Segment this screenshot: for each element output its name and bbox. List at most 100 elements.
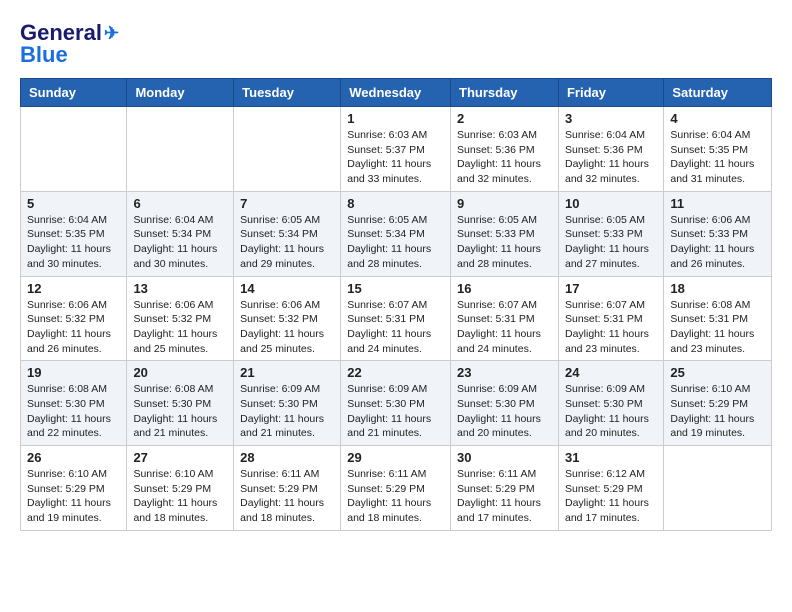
day-number: 18 xyxy=(670,281,765,296)
day-info: Sunrise: 6:09 AM Sunset: 5:30 PM Dayligh… xyxy=(565,382,657,441)
day-number: 17 xyxy=(565,281,657,296)
day-number: 8 xyxy=(347,196,444,211)
calendar-cell xyxy=(127,107,234,192)
calendar-cell: 1 Sunrise: 6:03 AM Sunset: 5:37 PM Daylig… xyxy=(341,107,451,192)
calendar-cell: 24 Sunrise: 6:09 AM Sunset: 5:30 PM Dayli… xyxy=(558,361,663,446)
day-number: 26 xyxy=(27,450,120,465)
calendar-week-row: 19Sunrise: 6:08 AM Sunset: 5:30 PM Dayli… xyxy=(21,361,772,446)
day-info: Sunrise: 6:12 AM Sunset: 5:29 PM Dayligh… xyxy=(565,467,657,526)
calendar-cell: 6 Sunrise: 6:04 AM Sunset: 5:34 PM Daylig… xyxy=(127,191,234,276)
calendar-header-wednesday: Wednesday xyxy=(341,79,451,107)
logo-bird-icon: ✈ xyxy=(104,23,119,44)
day-number: 23 xyxy=(457,365,552,380)
calendar-cell: 7 Sunrise: 6:05 AM Sunset: 5:34 PM Daylig… xyxy=(234,191,341,276)
calendar-header-tuesday: Tuesday xyxy=(234,79,341,107)
calendar-cell: 30 Sunrise: 6:11 AM Sunset: 5:29 PM Dayli… xyxy=(451,446,559,531)
day-info: Sunrise: 6:04 AM Sunset: 5:34 PM Dayligh… xyxy=(133,213,227,272)
day-info: Sunrise: 6:06 AM Sunset: 5:32 PM Dayligh… xyxy=(27,298,120,357)
day-info: Sunrise: 6:04 AM Sunset: 5:35 PM Dayligh… xyxy=(27,213,120,272)
calendar-cell: 13Sunrise: 6:06 AM Sunset: 5:32 PM Dayli… xyxy=(127,276,234,361)
logo-blue: Blue xyxy=(20,42,68,68)
day-info: Sunrise: 6:03 AM Sunset: 5:36 PM Dayligh… xyxy=(457,128,552,187)
day-info: Sunrise: 6:05 AM Sunset: 5:33 PM Dayligh… xyxy=(565,213,657,272)
calendar-week-row: 5 Sunrise: 6:04 AM Sunset: 5:35 PM Daylig… xyxy=(21,191,772,276)
day-number: 5 xyxy=(27,196,120,211)
day-info: Sunrise: 6:10 AM Sunset: 5:29 PM Dayligh… xyxy=(133,467,227,526)
calendar-header-thursday: Thursday xyxy=(451,79,559,107)
calendar-cell: 16Sunrise: 6:07 AM Sunset: 5:31 PM Dayli… xyxy=(451,276,559,361)
calendar-cell: 31 Sunrise: 6:12 AM Sunset: 5:29 PM Dayli… xyxy=(558,446,663,531)
calendar-cell: 19Sunrise: 6:08 AM Sunset: 5:30 PM Dayli… xyxy=(21,361,127,446)
calendar-cell: 5 Sunrise: 6:04 AM Sunset: 5:35 PM Daylig… xyxy=(21,191,127,276)
logo: General ✈ Blue xyxy=(20,20,119,68)
calendar-header-monday: Monday xyxy=(127,79,234,107)
calendar-cell: 29Sunrise: 6:11 AM Sunset: 5:29 PM Dayli… xyxy=(341,446,451,531)
calendar-week-row: 1 Sunrise: 6:03 AM Sunset: 5:37 PM Daylig… xyxy=(21,107,772,192)
calendar-cell: 23 Sunrise: 6:09 AM Sunset: 5:30 PM Dayli… xyxy=(451,361,559,446)
calendar-cell: 28 Sunrise: 6:11 AM Sunset: 5:29 PM Dayli… xyxy=(234,446,341,531)
calendar-body: 1 Sunrise: 6:03 AM Sunset: 5:37 PM Daylig… xyxy=(21,107,772,531)
calendar-week-row: 26 Sunrise: 6:10 AM Sunset: 5:29 PM Dayli… xyxy=(21,446,772,531)
day-number: 25 xyxy=(670,365,765,380)
day-number: 30 xyxy=(457,450,552,465)
day-number: 24 xyxy=(565,365,657,380)
calendar-cell: 3 Sunrise: 6:04 AM Sunset: 5:36 PM Daylig… xyxy=(558,107,663,192)
day-info: Sunrise: 6:04 AM Sunset: 5:35 PM Dayligh… xyxy=(670,128,765,187)
day-info: Sunrise: 6:11 AM Sunset: 5:29 PM Dayligh… xyxy=(240,467,334,526)
day-number: 3 xyxy=(565,111,657,126)
calendar-cell: 4 Sunrise: 6:04 AM Sunset: 5:35 PM Daylig… xyxy=(664,107,772,192)
day-number: 20 xyxy=(133,365,227,380)
calendar-cell: 10 Sunrise: 6:05 AM Sunset: 5:33 PM Dayli… xyxy=(558,191,663,276)
day-info: Sunrise: 6:06 AM Sunset: 5:32 PM Dayligh… xyxy=(133,298,227,357)
calendar-cell: 27 Sunrise: 6:10 AM Sunset: 5:29 PM Dayli… xyxy=(127,446,234,531)
day-number: 9 xyxy=(457,196,552,211)
calendar-cell: 18 Sunrise: 6:08 AM Sunset: 5:31 PM Dayli… xyxy=(664,276,772,361)
calendar-cell: 20 Sunrise: 6:08 AM Sunset: 5:30 PM Dayli… xyxy=(127,361,234,446)
day-info: Sunrise: 6:03 AM Sunset: 5:37 PM Dayligh… xyxy=(347,128,444,187)
day-number: 27 xyxy=(133,450,227,465)
day-info: Sunrise: 6:10 AM Sunset: 5:29 PM Dayligh… xyxy=(27,467,120,526)
day-info: Sunrise: 6:05 AM Sunset: 5:33 PM Dayligh… xyxy=(457,213,552,272)
calendar-week-row: 12Sunrise: 6:06 AM Sunset: 5:32 PM Dayli… xyxy=(21,276,772,361)
calendar-header-row: SundayMondayTuesdayWednesdayThursdayFrid… xyxy=(21,79,772,107)
day-info: Sunrise: 6:04 AM Sunset: 5:36 PM Dayligh… xyxy=(565,128,657,187)
day-number: 11 xyxy=(670,196,765,211)
day-number: 22 xyxy=(347,365,444,380)
calendar-cell: 8 Sunrise: 6:05 AM Sunset: 5:34 PM Daylig… xyxy=(341,191,451,276)
calendar-cell: 25Sunrise: 6:10 AM Sunset: 5:29 PM Dayli… xyxy=(664,361,772,446)
calendar-header-friday: Friday xyxy=(558,79,663,107)
calendar-header-sunday: Sunday xyxy=(21,79,127,107)
day-number: 2 xyxy=(457,111,552,126)
day-info: Sunrise: 6:09 AM Sunset: 5:30 PM Dayligh… xyxy=(457,382,552,441)
day-number: 15 xyxy=(347,281,444,296)
calendar-cell: 22 Sunrise: 6:09 AM Sunset: 5:30 PM Dayli… xyxy=(341,361,451,446)
day-info: Sunrise: 6:07 AM Sunset: 5:31 PM Dayligh… xyxy=(565,298,657,357)
day-number: 1 xyxy=(347,111,444,126)
calendar-cell: 14Sunrise: 6:06 AM Sunset: 5:32 PM Dayli… xyxy=(234,276,341,361)
day-info: Sunrise: 6:05 AM Sunset: 5:34 PM Dayligh… xyxy=(347,213,444,272)
calendar-cell: 11Sunrise: 6:06 AM Sunset: 5:33 PM Dayli… xyxy=(664,191,772,276)
day-number: 6 xyxy=(133,196,227,211)
header: General ✈ Blue xyxy=(20,20,772,68)
day-number: 28 xyxy=(240,450,334,465)
day-number: 21 xyxy=(240,365,334,380)
day-number: 29 xyxy=(347,450,444,465)
day-number: 31 xyxy=(565,450,657,465)
day-number: 10 xyxy=(565,196,657,211)
day-info: Sunrise: 6:09 AM Sunset: 5:30 PM Dayligh… xyxy=(347,382,444,441)
calendar-cell: 21Sunrise: 6:09 AM Sunset: 5:30 PM Dayli… xyxy=(234,361,341,446)
day-number: 7 xyxy=(240,196,334,211)
calendar-cell: 17 Sunrise: 6:07 AM Sunset: 5:31 PM Dayli… xyxy=(558,276,663,361)
day-info: Sunrise: 6:05 AM Sunset: 5:34 PM Dayligh… xyxy=(240,213,334,272)
day-info: Sunrise: 6:08 AM Sunset: 5:31 PM Dayligh… xyxy=(670,298,765,357)
day-info: Sunrise: 6:08 AM Sunset: 5:30 PM Dayligh… xyxy=(133,382,227,441)
calendar-header-saturday: Saturday xyxy=(664,79,772,107)
calendar-cell: 9 Sunrise: 6:05 AM Sunset: 5:33 PM Daylig… xyxy=(451,191,559,276)
calendar-cell xyxy=(234,107,341,192)
day-info: Sunrise: 6:11 AM Sunset: 5:29 PM Dayligh… xyxy=(457,467,552,526)
calendar-cell: 2 Sunrise: 6:03 AM Sunset: 5:36 PM Daylig… xyxy=(451,107,559,192)
day-info: Sunrise: 6:06 AM Sunset: 5:32 PM Dayligh… xyxy=(240,298,334,357)
day-number: 4 xyxy=(670,111,765,126)
day-info: Sunrise: 6:07 AM Sunset: 5:31 PM Dayligh… xyxy=(347,298,444,357)
day-info: Sunrise: 6:08 AM Sunset: 5:30 PM Dayligh… xyxy=(27,382,120,441)
